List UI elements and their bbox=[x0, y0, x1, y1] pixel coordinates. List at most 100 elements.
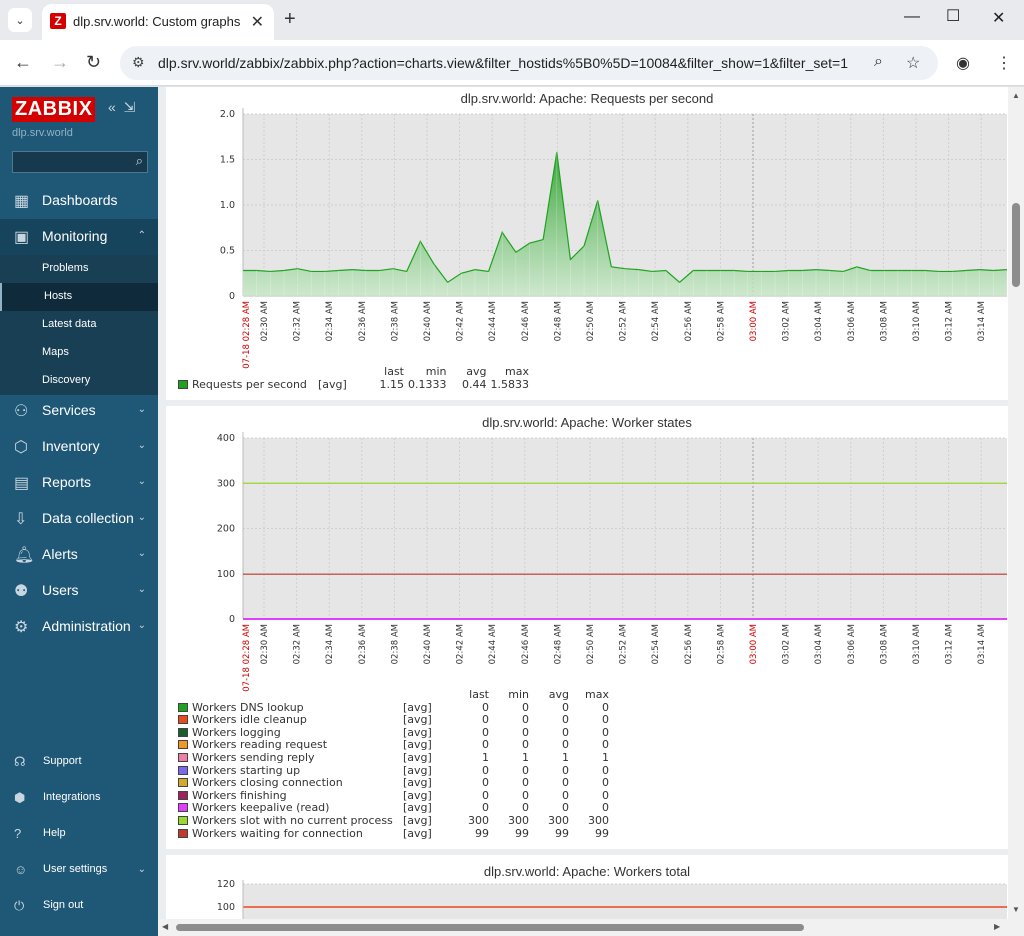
user-icon: ☺ bbox=[14, 862, 28, 877]
search-icon[interactable]: ⌕ bbox=[136, 153, 143, 169]
zabbix-logo[interactable]: ZABBIX bbox=[12, 97, 96, 122]
vertical-scrollbar[interactable]: ▲ ▼ bbox=[1008, 87, 1024, 919]
y-tick-label: 1.0 bbox=[220, 200, 235, 211]
menu-item-help[interactable]: ? Help bbox=[0, 819, 158, 849]
time-tick-label: 02:48 AM bbox=[553, 301, 563, 341]
scroll-right-icon[interactable]: ▶ bbox=[994, 922, 1000, 931]
legend-series-label: Workers idle cleanup bbox=[192, 713, 307, 727]
collapse-sidebar-icon[interactable]: « ⇲ bbox=[108, 99, 135, 116]
menu-label: Data collection bbox=[42, 510, 134, 526]
legend-value-max: 300 bbox=[588, 813, 609, 827]
minimize-icon[interactable]: — bbox=[904, 8, 920, 26]
close-tab-icon[interactable]: ✕ bbox=[251, 12, 264, 32]
menu-item-sign-out[interactable]: ⏻ Sign out bbox=[0, 891, 158, 921]
menu-label: Reports bbox=[42, 474, 92, 490]
scroll-thumb[interactable] bbox=[176, 924, 804, 931]
sidebar-search-input[interactable]: ⌕ bbox=[12, 151, 148, 173]
submenu-label: Discovery bbox=[42, 374, 91, 386]
menu-item-monitoring[interactable]: ▣ Monitoring ⌃ bbox=[0, 219, 158, 255]
time-tick-label: 03:04 AM bbox=[814, 624, 824, 664]
menu-label: Inventory bbox=[42, 438, 100, 454]
menu-item-user-settings[interactable]: ☺ User settings ⌄ bbox=[0, 855, 158, 885]
legend-value-last: 0 bbox=[482, 776, 489, 790]
tab-search-button[interactable]: ⌄ bbox=[8, 8, 32, 32]
graph-title: dlp.srv.world: Apache: Workers total bbox=[483, 864, 691, 879]
legend-value-last: 1.15 bbox=[379, 377, 405, 391]
submenu-item-latest-data[interactable]: Latest data bbox=[0, 311, 158, 339]
administration-icon: ⚙ bbox=[14, 619, 29, 636]
legend-value-last: 0 bbox=[482, 713, 489, 727]
scroll-up-icon[interactable]: ▲ bbox=[1012, 91, 1020, 100]
legend-function: [avg] bbox=[403, 826, 432, 840]
legend-value-min: 1 bbox=[522, 750, 529, 764]
submenu-item-discovery[interactable]: Discovery bbox=[0, 367, 158, 395]
time-tick-label: 02:48 AM bbox=[553, 624, 563, 664]
graph-legend: last min avg max Workers DNS lookup [avg] 0 0 0 0… bbox=[176, 688, 611, 840]
menu-item-users[interactable]: ⚉ Users ⌄ bbox=[0, 573, 158, 609]
forward-arrow-icon[interactable]: → bbox=[51, 52, 69, 73]
submenu-item-hosts[interactable]: Hosts bbox=[0, 283, 158, 311]
zoom-icon[interactable]: ⌕ bbox=[874, 53, 883, 71]
window-close-icon[interactable]: ✕ bbox=[992, 8, 1005, 28]
browser-tab[interactable]: Z dlp.srv.world: Custom graphs ✕ bbox=[42, 4, 274, 40]
reports-icon: ▤ bbox=[14, 475, 30, 492]
menu-item-data-collection[interactable]: ⇩ Data collection ⌄ bbox=[0, 501, 158, 537]
new-tab-icon[interactable]: + bbox=[284, 8, 296, 31]
url-text: dlp.srv.world/zabbix/zabbix.php?action=c… bbox=[158, 55, 849, 71]
integrations-icon: ⬢ bbox=[14, 790, 26, 805]
time-tick-label: 03:00 AM bbox=[749, 624, 759, 664]
submenu-item-maps[interactable]: Maps bbox=[0, 339, 158, 367]
legend-color-swatch bbox=[178, 765, 188, 775]
legend-value-avg: 300 bbox=[548, 813, 569, 827]
menu-item-reports[interactable]: ▤ Reports ⌄ bbox=[0, 465, 158, 501]
back-arrow-icon[interactable]: ← bbox=[14, 52, 32, 73]
graph-title: dlp.srv.world: Apache: Worker states bbox=[482, 415, 692, 430]
worker-states-chart[interactable]: 02:30 AM 02:32 AM 02:34 AM 02:36 AM 02:38 AM… bbox=[166, 431, 1008, 701]
time-tick-label: 02:34 AM bbox=[325, 624, 335, 664]
menu-item-dashboards[interactable]: ▦ Dashboards bbox=[0, 183, 158, 219]
browser-toolbar: ← → ↻ ⚙ dlp.srv.world/zabbix/zabbix.php?… bbox=[0, 40, 1024, 86]
time-tick-label: 02:50 AM bbox=[586, 301, 596, 341]
menu-item-alerts[interactable]: 🔔︎ Alerts ⌄ bbox=[0, 537, 158, 573]
time-tick-label: 02:50 AM bbox=[586, 624, 596, 664]
time-tick-label: 03:14 AM bbox=[977, 624, 987, 664]
requests-chart[interactable]: 02:30 AM 02:32 AM 02:34 AM 02:36 AM 02:38 AM… bbox=[166, 107, 1008, 387]
legend-table: last min avg max Workers DNS lookup [avg] 0 0 0 0… bbox=[176, 688, 611, 840]
menu-label: Help bbox=[43, 827, 66, 839]
scroll-down-icon[interactable]: ▼ bbox=[1012, 905, 1020, 914]
menu-item-support[interactable]: ☊ Support bbox=[0, 747, 158, 777]
legend-series-label: Workers logging bbox=[192, 725, 281, 739]
site-settings-icon[interactable]: ⚙ bbox=[132, 54, 145, 71]
bookmark-star-icon[interactable]: ☆ bbox=[906, 53, 920, 73]
submenu-item-problems[interactable]: Problems bbox=[0, 255, 158, 283]
address-bar[interactable]: ⚙ dlp.srv.world/zabbix/zabbix.php?action… bbox=[120, 46, 938, 80]
menu-item-services[interactable]: ⚇ Services ⌄ bbox=[0, 393, 158, 429]
reload-icon[interactable]: ↻ bbox=[86, 52, 101, 73]
time-tick-label: 02:58 AM bbox=[716, 624, 726, 664]
y-tick-label: 400 bbox=[217, 433, 235, 444]
menu-label: Integrations bbox=[43, 791, 101, 803]
scroll-thumb[interactable] bbox=[1012, 203, 1020, 287]
legend-function: [avg] bbox=[403, 776, 432, 790]
legend-column-header: min bbox=[508, 688, 529, 701]
browser-menu-icon[interactable]: ⋮ bbox=[996, 53, 1012, 73]
horizontal-scrollbar[interactable]: ◀ ▶ bbox=[158, 919, 1024, 936]
server-hostname: dlp.srv.world bbox=[12, 127, 73, 139]
legend-color-swatch bbox=[178, 803, 188, 813]
alerts-icon: 🔔︎ bbox=[14, 547, 35, 564]
menu-label: User settings bbox=[43, 863, 108, 875]
submenu-label: Latest data bbox=[42, 318, 97, 330]
chevron-down-icon: ⌄ bbox=[137, 404, 146, 415]
menu-item-administration[interactable]: ⚙ Administration ⌄ bbox=[0, 609, 158, 645]
time-tick-label: 02:46 AM bbox=[521, 624, 531, 664]
help-icon: ? bbox=[14, 826, 22, 841]
maximize-icon[interactable]: ☐ bbox=[946, 6, 960, 26]
legend-series-label: Workers slot with no current process bbox=[192, 813, 393, 827]
menu-item-inventory[interactable]: ⬡ Inventory ⌄ bbox=[0, 429, 158, 465]
scroll-left-icon[interactable]: ◀ bbox=[162, 922, 168, 931]
menu-item-integrations[interactable]: ⬢ Integrations bbox=[0, 783, 158, 813]
time-tick-label: 03:06 AM bbox=[847, 301, 857, 341]
profile-icon[interactable]: ◉ bbox=[956, 53, 970, 73]
y-tick-label: 0 bbox=[229, 614, 235, 625]
time-tick-label: 02:40 AM bbox=[423, 301, 433, 341]
